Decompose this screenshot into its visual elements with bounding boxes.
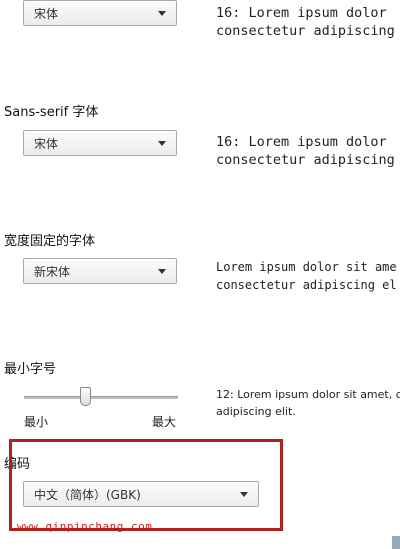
chevron-down-icon [158,140,166,146]
minimum-font-size-preview: 12: Lorem ipsum dolor sit amet, c adipis… [216,388,400,418]
standard-font-select-value: 宋体 [34,6,59,21]
font-settings-page: 宋体 16: Lorem ipsum dolor consectetur adi… [0,0,400,549]
chevron-down-icon [158,10,166,16]
watermark-text: www.qinpinchang.com [17,520,153,533]
minimum-font-size-label: 最小字号 [4,362,57,377]
fixed-width-font-select-value: 新宋体 [34,264,71,279]
fixed-width-font-select[interactable]: 新宋体 [23,258,177,284]
minimum-font-size-slider-track[interactable] [24,396,178,399]
sans-serif-font-select-value: 宋体 [34,136,59,151]
fixed-width-font-preview: Lorem ipsum dolor sit ame consectetur ad… [216,260,397,292]
sans-serif-font-select[interactable]: 宋体 [23,130,177,156]
standard-font-select[interactable]: 宋体 [23,0,177,26]
slider-min-label: 最小 [24,415,49,429]
encoding-highlight-box [9,439,283,531]
fixed-width-font-label: 宽度固定的字体 [4,234,96,249]
standard-font-preview: 16: Lorem ipsum dolor consectetur adipis… [216,5,395,39]
sans-serif-font-preview: 16: Lorem ipsum dolor consectetur adipis… [216,134,395,168]
chevron-down-icon [158,268,166,274]
slider-max-label: 最大 [152,415,177,429]
minimum-font-size-slider-thumb[interactable] [80,387,92,406]
sans-serif-font-label: Sans-serif 字体 [4,105,99,120]
window-edge [392,536,400,549]
